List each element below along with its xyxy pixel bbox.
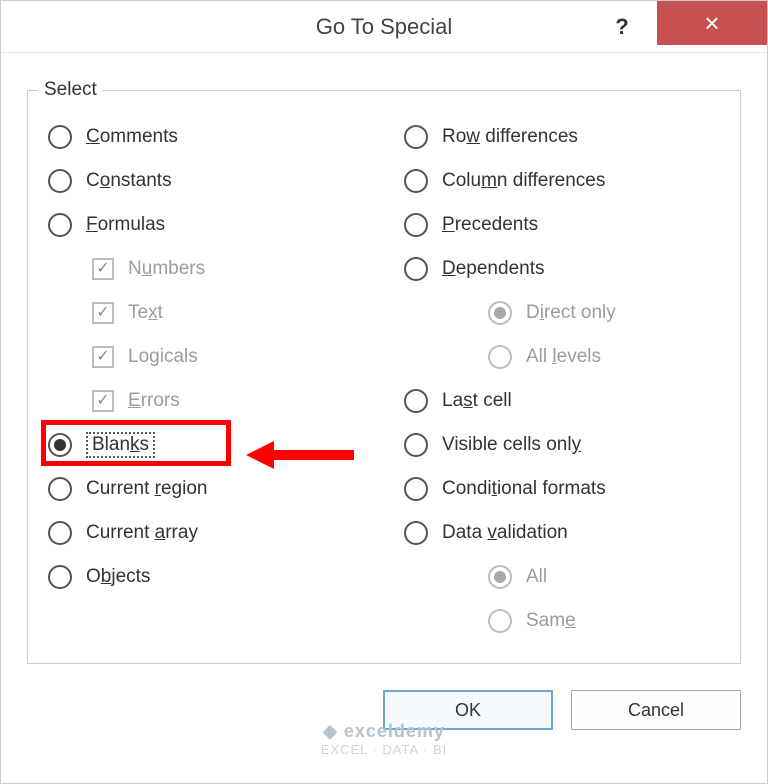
option-label: Formulas <box>86 214 165 236</box>
annotation-arrow <box>246 441 354 469</box>
option-constants[interactable]: Constants <box>38 159 374 203</box>
option-data-validation[interactable]: Data validation <box>394 511 730 555</box>
radio-icon <box>404 477 428 501</box>
option-label: Logicals <box>128 346 198 368</box>
option-precedents[interactable]: Precedents <box>394 203 730 247</box>
option-label: Comments <box>86 126 178 148</box>
option-label: Numbers <box>128 258 205 280</box>
checkbox-icon: ✓ <box>92 302 114 324</box>
option-label: Conditional formats <box>442 478 606 500</box>
radio-icon <box>404 125 428 149</box>
option-label: Blanks <box>86 432 155 458</box>
option-all: All <box>394 555 730 599</box>
option-label: Objects <box>86 566 150 588</box>
option-text: ✓ Text <box>38 291 374 335</box>
option-label: Precedents <box>442 214 538 236</box>
option-errors: ✓ Errors <box>38 379 374 423</box>
help-button[interactable]: ? <box>597 7 647 47</box>
close-button[interactable]: × <box>657 1 767 45</box>
option-label: Visible cells only <box>442 434 581 456</box>
radio-icon <box>48 169 72 193</box>
option-last-cell[interactable]: Last cell <box>394 379 730 423</box>
option-label: Direct only <box>526 302 616 324</box>
option-label: Data validation <box>442 522 568 544</box>
radio-icon <box>48 521 72 545</box>
radio-icon <box>404 389 428 413</box>
radio-icon <box>48 213 72 237</box>
radio-icon <box>404 257 428 281</box>
checkbox-icon: ✓ <box>92 258 114 280</box>
cancel-button[interactable]: Cancel <box>571 690 741 730</box>
option-label: Same <box>526 610 576 632</box>
option-formulas[interactable]: Formulas <box>38 203 374 247</box>
option-current-region[interactable]: Current region <box>38 467 374 511</box>
radio-icon <box>488 565 512 589</box>
option-objects[interactable]: Objects <box>38 555 374 599</box>
option-label: Row differences <box>442 126 578 148</box>
radio-icon <box>488 345 512 369</box>
option-label: Text <box>128 302 163 324</box>
checkbox-icon: ✓ <box>92 346 114 368</box>
option-column-differences[interactable]: Column differences <box>394 159 730 203</box>
option-direct-only: Direct only <box>394 291 730 335</box>
option-numbers: ✓ Numbers <box>38 247 374 291</box>
radio-icon <box>404 169 428 193</box>
option-label: All levels <box>526 346 601 368</box>
select-legend: Select <box>38 79 103 101</box>
radio-icon <box>404 433 428 457</box>
dialog-buttons: OK Cancel <box>1 674 767 750</box>
option-label: Column differences <box>442 170 605 192</box>
radio-icon <box>48 125 72 149</box>
option-label: Constants <box>86 170 172 192</box>
option-all-levels: All levels <box>394 335 730 379</box>
right-column: Row differences Column differences Prece… <box>394 115 730 643</box>
radio-icon <box>404 213 428 237</box>
select-group: Select Comments Constants Formulas <box>27 79 741 664</box>
option-visible-cells-only[interactable]: Visible cells only <box>394 423 730 467</box>
radio-icon <box>48 477 72 501</box>
option-current-array[interactable]: Current array <box>38 511 374 555</box>
option-dependents[interactable]: Dependents <box>394 247 730 291</box>
option-blanks[interactable]: Blanks <box>38 423 374 467</box>
radio-icon <box>404 521 428 545</box>
option-comments[interactable]: Comments <box>38 115 374 159</box>
option-same: Same <box>394 599 730 643</box>
option-label: Errors <box>128 390 180 412</box>
titlebar: Go To Special ? × <box>1 1 767 53</box>
dialog-body: Select Comments Constants Formulas <box>1 53 767 674</box>
option-label: Current region <box>86 478 207 500</box>
option-label: Last cell <box>442 390 512 412</box>
options-columns: Comments Constants Formulas ✓ Numbers <box>38 115 730 643</box>
option-row-differences[interactable]: Row differences <box>394 115 730 159</box>
option-conditional-formats[interactable]: Conditional formats <box>394 467 730 511</box>
radio-icon <box>48 565 72 589</box>
option-label: Dependents <box>442 258 544 280</box>
radio-icon <box>488 301 512 325</box>
ok-button[interactable]: OK <box>383 690 553 730</box>
option-label: Current array <box>86 522 198 544</box>
radio-icon <box>488 609 512 633</box>
left-column: Comments Constants Formulas ✓ Numbers <box>38 115 374 643</box>
dialog-title: Go To Special <box>316 14 453 40</box>
go-to-special-dialog: Go To Special ? × Select Comments Consta… <box>0 0 768 784</box>
option-logicals: ✓ Logicals <box>38 335 374 379</box>
checkbox-icon: ✓ <box>92 390 114 412</box>
option-label: All <box>526 566 547 588</box>
radio-icon <box>48 433 72 457</box>
